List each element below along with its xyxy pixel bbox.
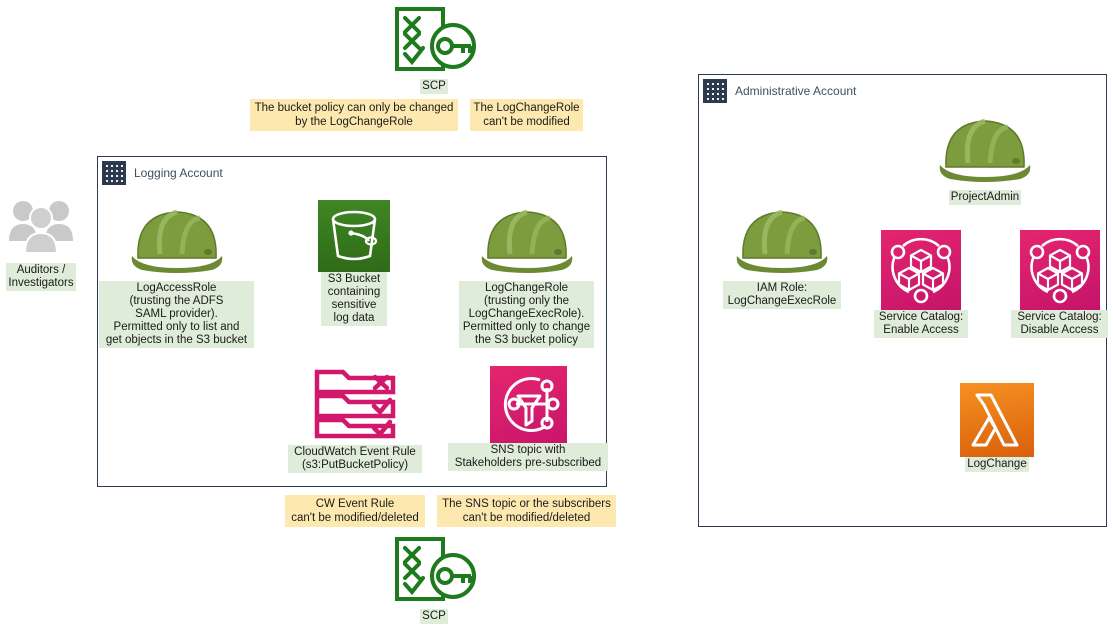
note-logchangerole: The LogChangeRole can't be modified [470,99,583,131]
aws-account-icon [703,79,727,103]
service-catalog-disable-node: Service Catalog: Disable Access [1011,230,1108,338]
service-catalog-icon [1019,230,1100,310]
project-admin-node: ProjectAdmin [938,105,1032,205]
administrative-account-title: Administrative Account [735,84,857,98]
sns-topic-icon [489,366,567,443]
log-change-exec-role-label: IAM Role: LogChangeExecRole [723,281,841,309]
log-change-role-node: LogChangeRole (trusting only the LogChan… [459,196,594,348]
service-catalog-icon [881,230,961,310]
note-sns-topic: The SNS topic or the subscribers can't b… [437,495,616,527]
scp-policy-key-icon [391,6,477,79]
service-catalog-enable-node: Service Catalog: Enable Access [874,230,968,338]
log-access-role-node: LogAccessRole (trusting the ADFS SAML pr… [99,196,254,348]
auditors-label: Auditors / Investigators [6,263,76,291]
service-catalog-disable-label: Service Catalog: Disable Access [1011,310,1108,338]
sns-topic-node: SNS topic with Stakeholders pre-subscrib… [448,366,608,471]
scp-bottom-node: SCP [388,536,480,624]
cloudwatch-event-rule-icon [313,368,397,445]
cloudwatch-event-rule-node: CloudWatch Event Rule (s3:PutBucketPolic… [288,368,422,473]
administrative-account-header: Administrative Account [703,79,856,103]
note-bucket-policy: The bucket policy can only be changed by… [250,99,458,131]
hard-hat-icon [938,105,1032,190]
log-change-role-label: LogChangeRole (trusting only the LogChan… [459,281,594,348]
lambda-log-change-label: LogChange [965,457,1029,472]
lambda-log-change-node: LogChange [960,383,1034,472]
project-admin-label: ProjectAdmin [948,190,1022,205]
hard-hat-icon [735,196,829,281]
hard-hat-icon [130,196,224,281]
service-catalog-enable-label: Service Catalog: Enable Access [874,310,968,338]
scp-bottom-label: SCP [420,609,448,624]
hard-hat-icon [480,196,574,281]
cloudwatch-event-rule-label: CloudWatch Event Rule (s3:PutBucketPolic… [288,445,422,473]
log-change-exec-role-node: IAM Role: LogChangeExecRole [723,196,841,309]
sns-topic-label: SNS topic with Stakeholders pre-subscrib… [448,443,608,471]
logging-account-title: Logging Account [134,166,223,180]
s3-bucket-node: S3 Bucket containing sensitive log data [318,200,390,326]
auditors-node: Auditors / Investigators [0,196,82,291]
note-cw-event-rule: CW Event Rule can't be modified/deleted [285,495,425,527]
scp-top-node: SCP [388,6,480,94]
log-access-role-label: LogAccessRole (trusting the ADFS SAML pr… [99,281,254,348]
aws-account-icon [102,161,126,185]
logging-account-header: Logging Account [102,161,223,185]
lambda-icon [960,383,1034,457]
people-group-icon [7,196,75,263]
scp-policy-key-icon [391,536,477,609]
s3-bucket-label: S3 Bucket containing sensitive log data [321,272,387,326]
s3-bucket-icon [318,200,390,272]
scp-top-label: SCP [420,79,448,94]
